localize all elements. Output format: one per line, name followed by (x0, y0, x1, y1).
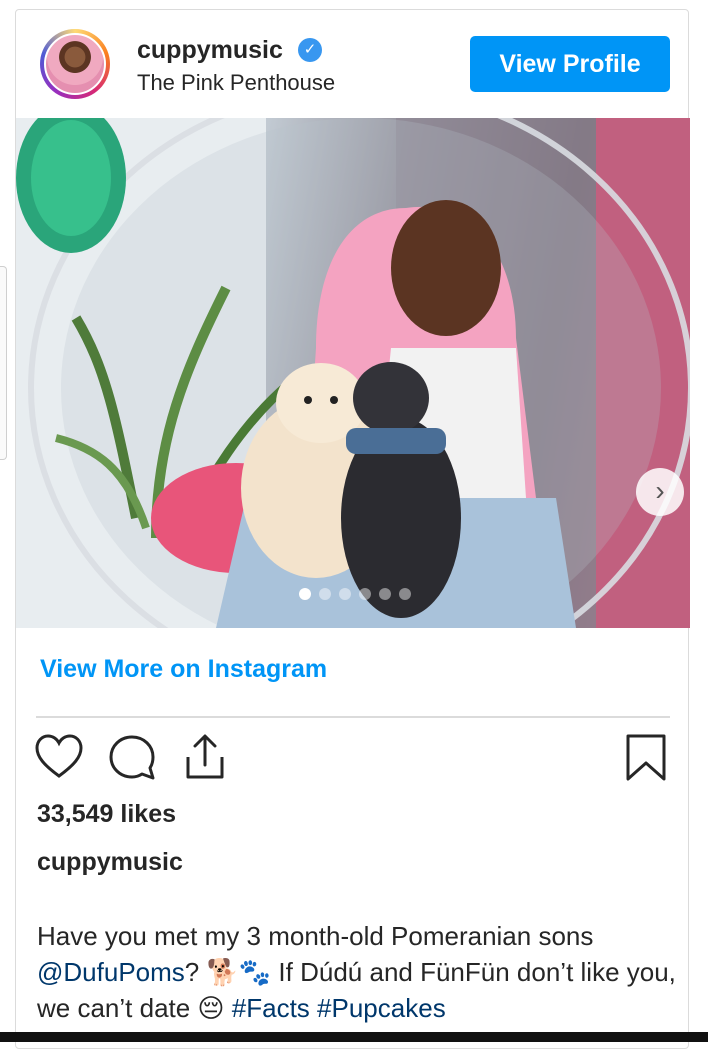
post-username[interactable]: cuppymusic (137, 36, 283, 65)
share-icon[interactable] (180, 733, 230, 783)
post-photo[interactable]: › (16, 118, 690, 628)
carousel-indicator (299, 588, 411, 600)
post-caption: Have you met my 3 month-old Pomeranian s… (37, 918, 677, 1026)
comment-bubble-icon[interactable] (107, 733, 157, 783)
mention-link[interactable]: @DufuPoms (37, 957, 185, 987)
system-bar (0, 1032, 708, 1042)
view-profile-button[interactable]: View Profile (470, 36, 670, 92)
photo-illustration (16, 118, 690, 628)
verified-badge-icon: ✓ (298, 38, 322, 62)
carousel-dot (359, 588, 371, 600)
carousel-dot (339, 588, 351, 600)
view-more-link[interactable]: View More on Instagram (40, 655, 327, 684)
side-tab[interactable] (0, 266, 7, 460)
avatar-image (44, 33, 106, 95)
heart-icon[interactable] (34, 733, 84, 783)
divider (36, 716, 670, 718)
next-slide-button[interactable]: › (636, 468, 684, 516)
caption-username[interactable]: cuppymusic (37, 848, 183, 877)
avatar[interactable] (40, 29, 110, 99)
hashtag-link[interactable]: #Facts (232, 993, 310, 1023)
bookmark-icon[interactable] (622, 733, 672, 783)
carousel-dot (379, 588, 391, 600)
caption-text: Have you met my 3 month-old Pomeranian s… (37, 921, 594, 951)
post-location[interactable]: The Pink Penthouse (137, 70, 335, 96)
likes-count[interactable]: 33,549 likes (37, 800, 176, 829)
hashtag-link[interactable]: #Pupcakes (317, 993, 446, 1023)
carousel-dot (299, 588, 311, 600)
carousel-dot (319, 588, 331, 600)
carousel-dot (399, 588, 411, 600)
